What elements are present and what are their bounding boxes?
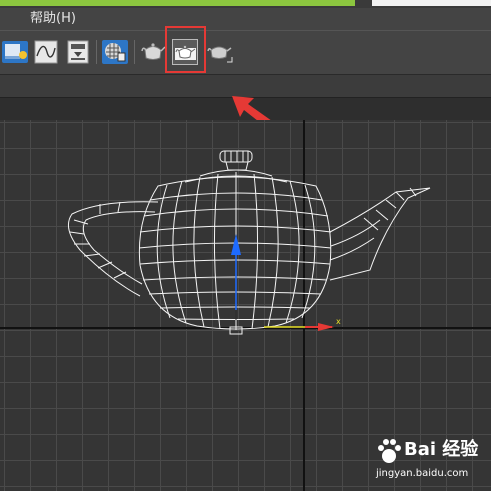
watermark-url: jingyan.baidu.com xyxy=(376,468,469,479)
x-axis-arrow xyxy=(318,323,334,331)
baidu-paw-icon xyxy=(378,439,401,463)
watermark-brand: Bai 经验 xyxy=(404,439,479,460)
z-axis-arrow xyxy=(231,234,241,255)
x-axis-label: x xyxy=(336,317,341,326)
baidu-watermark: Bai 经验 jingyan.baidu.com xyxy=(374,434,484,486)
